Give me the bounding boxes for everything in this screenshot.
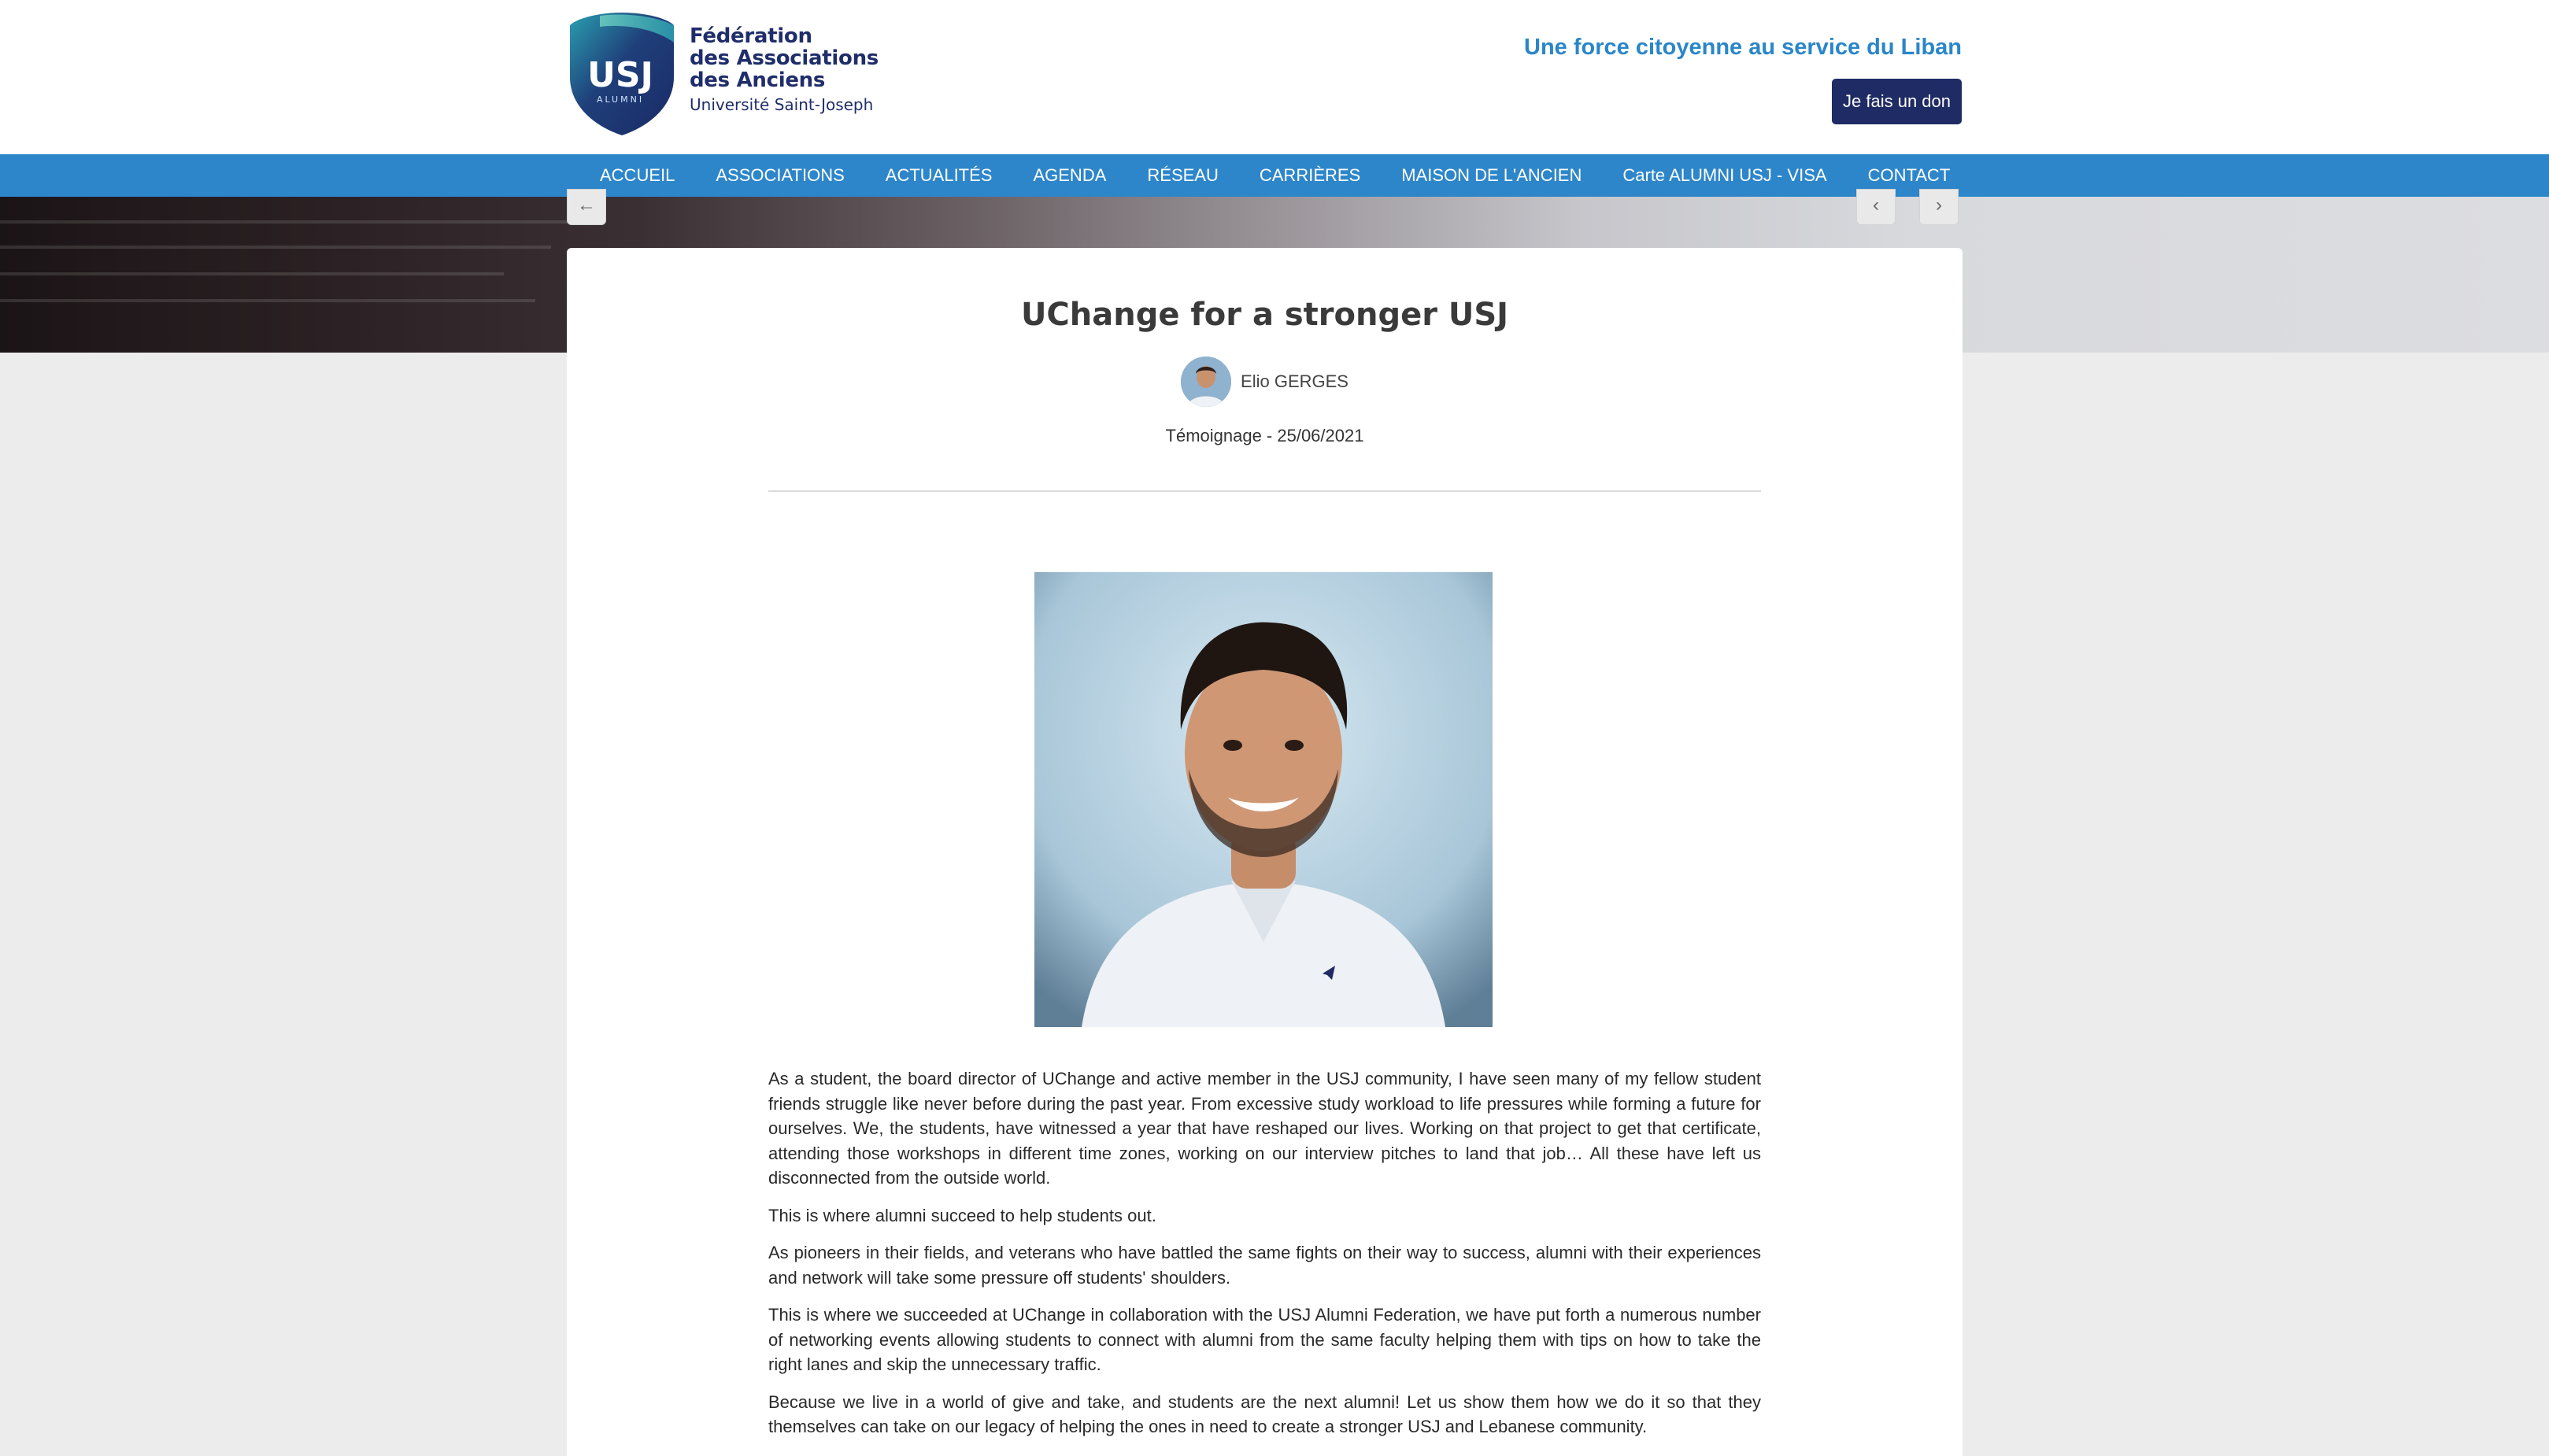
- nav-item-maison[interactable]: MAISON DE L'ANCIEN: [1381, 154, 1602, 197]
- nav-item-agenda[interactable]: AGENDA: [1012, 154, 1127, 197]
- article-paragraph: Because we live in a world of give and t…: [768, 1391, 1761, 1437]
- divider: [768, 490, 1761, 492]
- logo-text: Fédération des Associations des Anciens …: [690, 25, 879, 116]
- author-portrait-photo: [1034, 572, 1493, 1027]
- banner-texture: [0, 299, 535, 302]
- usj-alumni-logo[interactable]: USJ ALUMNI Fédération des Associations d…: [568, 11, 899, 140]
- article-author[interactable]: Elio GERGES: [567, 357, 1963, 407]
- logo-line-2: des Associations: [690, 46, 879, 70]
- nav-item-associations[interactable]: ASSOCIATIONS: [695, 154, 864, 197]
- chevron-left-icon: ‹: [1873, 194, 1879, 216]
- donate-button[interactable]: Je fais un don: [1832, 79, 1962, 124]
- chevron-right-icon: ›: [1936, 194, 1942, 216]
- banner-texture: [0, 220, 598, 224]
- arrow-left-icon: ←: [577, 194, 596, 216]
- article-paragraph: As a student, the board director of UCha…: [768, 1069, 1761, 1188]
- usj-shield-icon: USJ ALUMNI: [570, 13, 674, 135]
- article-card: UChange for a stronger USJ Elio GERGES T…: [567, 248, 1963, 1456]
- previous-article-button[interactable]: ‹: [1856, 189, 1896, 225]
- avatar: [1181, 357, 1232, 407]
- svg-text:USJ: USJ: [587, 55, 653, 95]
- svg-text:ALUMNI: ALUMNI: [597, 94, 644, 105]
- nav-item-carte-visa[interactable]: Carte ALUMNI USJ - VISA: [1602, 154, 1847, 197]
- site-tagline: Une force citoyenne au service du Liban: [1524, 35, 1962, 60]
- author-avatar-image: [1181, 357, 1232, 407]
- logo-line-1: Fédération: [690, 24, 812, 48]
- article-body: As a student, the board director of UCha…: [768, 1066, 1761, 1452]
- main-nav: ACCUEIL ASSOCIATIONS ACTUALITÉS AGENDA R…: [0, 154, 2549, 197]
- nav-list: ACCUEIL ASSOCIATIONS ACTUALITÉS AGENDA R…: [579, 154, 1970, 197]
- article-paragraph: This is where we succeeded at UChange in…: [768, 1305, 1761, 1374]
- banner-texture: [0, 272, 504, 275]
- back-button[interactable]: ←: [567, 189, 606, 225]
- article-paragraph: This is where alumni succeed to help stu…: [768, 1205, 1156, 1225]
- nav-item-reseau[interactable]: RÉSEAU: [1127, 154, 1238, 197]
- author-name[interactable]: Elio GERGES: [1241, 371, 1348, 392]
- article-meta: Témoignage - 25/06/2021: [1165, 426, 1364, 445]
- article-title: UChange for a stronger USJ: [1020, 297, 1509, 333]
- next-article-button[interactable]: ›: [1919, 189, 1959, 225]
- site-header: USJ ALUMNI Fédération des Associations d…: [0, 0, 2549, 154]
- banner-texture: [0, 246, 551, 249]
- article-paragraph: As pioneers in their fields, and veteran…: [768, 1243, 1761, 1288]
- nav-item-carrieres[interactable]: CARRIÈRES: [1239, 154, 1381, 197]
- logo-university: Université Saint-Joseph: [690, 95, 874, 114]
- logo-line-3: des Anciens: [690, 68, 826, 92]
- nav-item-actualites[interactable]: ACTUALITÉS: [865, 154, 1013, 197]
